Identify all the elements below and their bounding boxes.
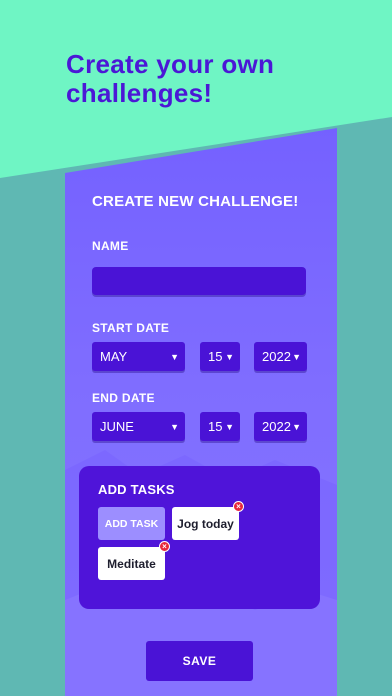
tasks-title: ADD TASKS [98,482,175,497]
start-date-label: START DATE [92,321,170,335]
task-chip-label: Jog today [177,516,234,531]
chevron-down-icon: ▼ [225,421,234,432]
end-day-value: 15 [208,419,223,434]
end-month-select[interactable]: JUNE ▼ [92,412,185,441]
remove-task-icon[interactable]: × [233,501,244,512]
start-day-value: 15 [208,349,223,364]
chevron-down-icon: ▼ [292,351,301,362]
save-button[interactable]: SAVE [146,641,253,681]
chevron-down-icon: ▼ [170,351,179,362]
form-title: CREATE NEW CHALLENGE! [92,193,299,210]
add-task-button[interactable]: ADD TASK [98,507,165,540]
task-chip-label: Meditate [107,556,156,571]
headline: Create your own challenges! [66,49,275,108]
start-year-value: 2022 [262,349,291,364]
start-month-select[interactable]: MAY ▼ [92,342,185,371]
challenge-name-input[interactable] [92,267,306,295]
end-month-value: JUNE [100,419,134,434]
chevron-down-icon: ▼ [292,421,301,432]
start-month-value: MAY [100,349,128,364]
name-label: NAME [92,239,129,253]
task-chip[interactable]: Jog today × [172,501,244,540]
end-year-value: 2022 [262,419,291,434]
remove-task-icon[interactable]: × [159,541,170,552]
start-day-select[interactable]: 15 ▼ [200,342,240,371]
task-chip[interactable]: Meditate × [98,541,170,580]
end-day-select[interactable]: 15 ▼ [200,412,240,441]
end-year-select[interactable]: 2022 ▼ [254,412,307,441]
start-year-select[interactable]: 2022 ▼ [254,342,307,371]
chevron-down-icon: ▼ [225,351,234,362]
end-date-label: END DATE [92,391,155,405]
chevron-down-icon: ▼ [170,421,179,432]
